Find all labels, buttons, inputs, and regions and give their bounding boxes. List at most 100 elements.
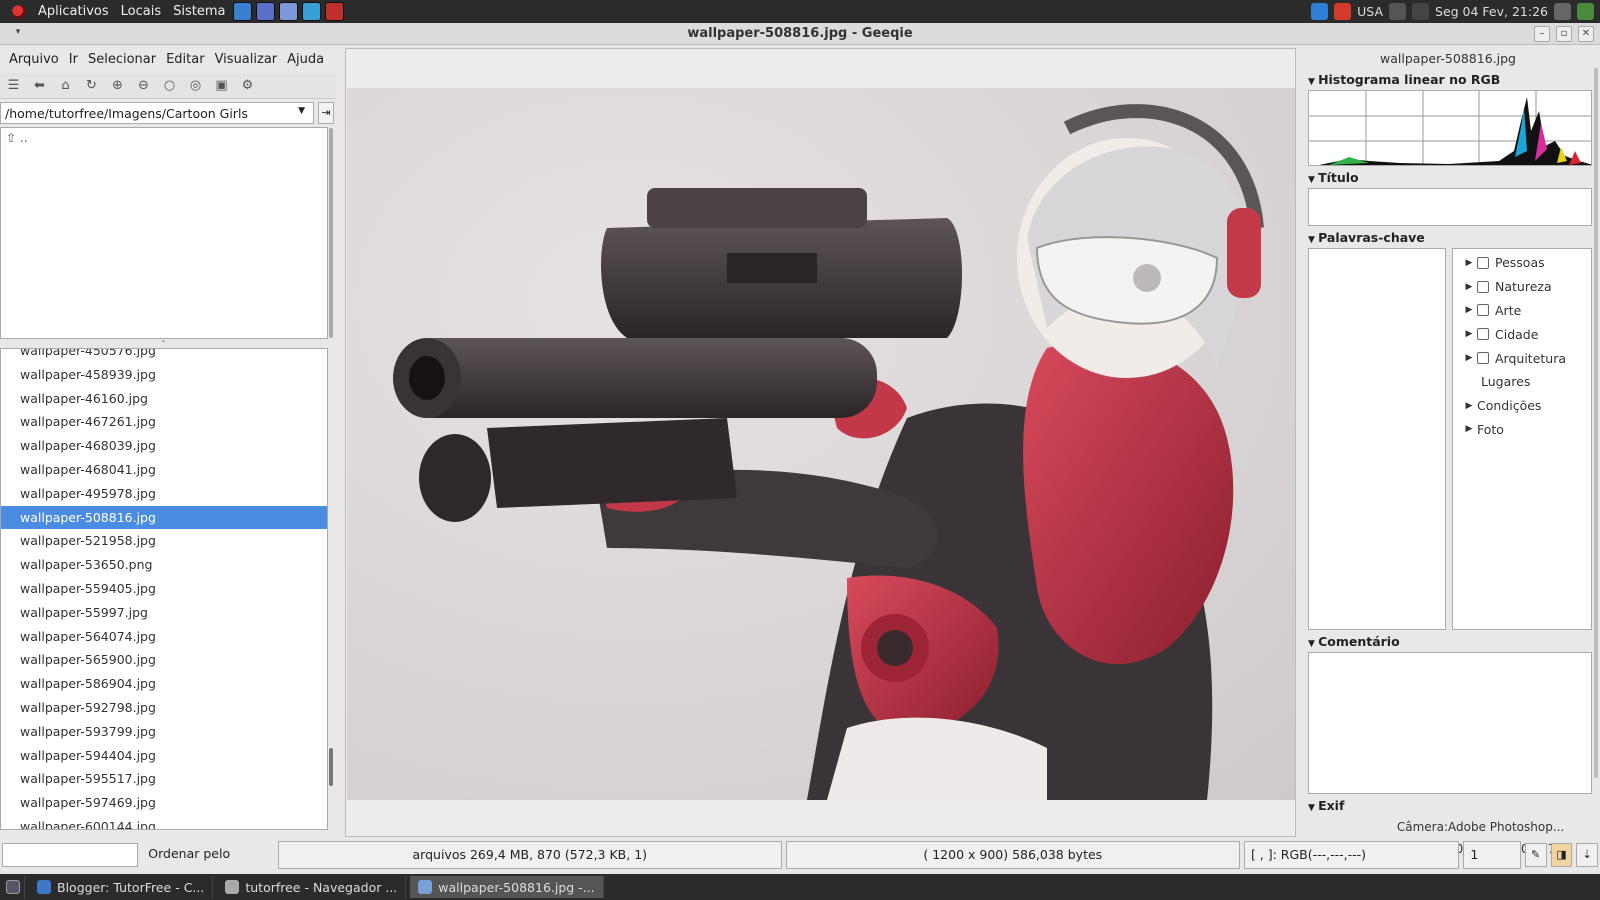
parent-dir-item[interactable]: ⇧ .. bbox=[1, 128, 327, 148]
tray-app-icon[interactable] bbox=[1311, 3, 1329, 20]
path-input[interactable]: /home/tutorfree/Imagens/Cartoon Girls ▼ bbox=[0, 102, 314, 124]
file-item[interactable]: wallpaper-46160.jpg bbox=[1, 387, 327, 411]
task-blogger[interactable]: Blogger: TutorFree - C... bbox=[29, 876, 214, 898]
refresh-icon[interactable]: ↻ bbox=[83, 77, 100, 94]
file-list[interactable]: wallpaper-450576.jpg wallpaper-458939.jpg… bbox=[0, 348, 328, 830]
file-item[interactable]: wallpaper-600144.jpg bbox=[1, 815, 327, 829]
write-metadata-icon[interactable]: ⇣ bbox=[1576, 843, 1599, 867]
keyword-checkbox[interactable] bbox=[1477, 280, 1489, 293]
file-item[interactable]: wallpaper-521958.jpg bbox=[1, 529, 327, 553]
expander-icon[interactable]: ▶ bbox=[1461, 353, 1477, 363]
menu-ir[interactable]: Ir bbox=[64, 52, 83, 67]
file-item[interactable]: wallpaper-495978.jpg bbox=[1, 482, 327, 506]
clock[interactable]: Seg 04 Fev, 21:26 bbox=[1435, 4, 1548, 19]
fullscreen-icon[interactable]: ▣ bbox=[213, 77, 230, 94]
color-picker-icon[interactable]: ✎ bbox=[1524, 843, 1547, 867]
list-icon[interactable]: ☰ bbox=[5, 77, 22, 94]
keyword-item[interactable]: ▶ Arte bbox=[1453, 299, 1591, 323]
file-item[interactable]: wallpaper-594404.jpg bbox=[1, 744, 327, 768]
file-item[interactable]: wallpaper-565900.jpg bbox=[1, 648, 327, 672]
menu-locais[interactable]: Locais bbox=[115, 4, 167, 19]
keyword-item[interactable]: ▶ Arquitetura bbox=[1453, 346, 1591, 370]
file-item[interactable]: wallpaper-597469.jpg bbox=[1, 791, 327, 815]
file-list-scrollbar[interactable] bbox=[329, 748, 333, 786]
task-file-manager[interactable]: tutorfree - Navegador ... bbox=[217, 876, 407, 898]
maximize-button[interactable]: ▫ bbox=[1556, 26, 1572, 42]
keywords-header[interactable]: Palavras-chave bbox=[1302, 228, 1594, 248]
keyboard-layout[interactable]: USA bbox=[1357, 4, 1383, 19]
path-go-button[interactable]: ⇥ bbox=[318, 102, 334, 124]
color-profile-icon[interactable]: ◨ bbox=[1550, 843, 1573, 867]
menu-sistema[interactable]: Sistema bbox=[167, 4, 231, 19]
keyword-item[interactable]: ▶ Cidade bbox=[1453, 322, 1591, 346]
sort-button[interactable]: Ordenar pelo nome bbox=[142, 841, 274, 887]
launcher-icon[interactable] bbox=[302, 2, 322, 21]
pane-splitter-handle[interactable]: ⌃ bbox=[160, 339, 167, 348]
keyword-item[interactable]: ▶ Pessoas bbox=[1453, 251, 1591, 275]
expander-icon[interactable]: ▶ bbox=[1461, 424, 1477, 434]
menu-ajuda[interactable]: Ajuda bbox=[282, 52, 329, 67]
histogram-header[interactable]: Histograma linear no RGB bbox=[1302, 70, 1594, 90]
menu-arquivo[interactable]: Arquivo bbox=[4, 52, 64, 67]
zoom-fit-icon[interactable]: ○ bbox=[161, 77, 178, 94]
menu-aplicativos[interactable]: Aplicativos bbox=[32, 4, 115, 19]
image-display[interactable] bbox=[347, 88, 1295, 800]
menu-editar[interactable]: Editar bbox=[161, 52, 210, 67]
histogram[interactable] bbox=[1308, 90, 1592, 166]
battery-icon[interactable] bbox=[1412, 3, 1430, 20]
launcher-icon[interactable] bbox=[325, 2, 345, 21]
expander-icon[interactable]: ▶ bbox=[1461, 305, 1477, 315]
expander-icon[interactable]: ▶ bbox=[1461, 282, 1477, 292]
file-item[interactable]: wallpaper-450576.jpg bbox=[1, 349, 327, 363]
file-item[interactable]: wallpaper-55997.jpg bbox=[1, 601, 327, 625]
file-item[interactable]: wallpaper-53650.png bbox=[1, 553, 327, 577]
window-menu-button[interactable]: ▾ bbox=[10, 27, 26, 41]
close-button[interactable]: ✕ bbox=[1578, 26, 1594, 42]
network-icon[interactable] bbox=[1389, 3, 1407, 20]
zoom-out-icon[interactable]: ⊖ bbox=[135, 77, 152, 94]
expander-icon[interactable]: ▶ bbox=[1461, 258, 1477, 268]
expander-icon[interactable]: ▶ bbox=[1461, 401, 1477, 411]
directory-scrollbar[interactable] bbox=[329, 128, 333, 338]
keyword-item[interactable]: ▶ Natureza bbox=[1453, 275, 1591, 299]
file-item[interactable]: wallpaper-593799.jpg bbox=[1, 720, 327, 744]
volume-icon[interactable] bbox=[1554, 3, 1571, 20]
title-header[interactable]: Título bbox=[1302, 168, 1594, 188]
keyword-checkbox[interactable] bbox=[1477, 328, 1489, 341]
launcher-icon[interactable] bbox=[279, 2, 299, 21]
zoom-in-icon[interactable]: ⊕ bbox=[109, 77, 126, 94]
keyword-checkbox[interactable] bbox=[1477, 256, 1489, 269]
file-item[interactable]: wallpaper-458939.jpg bbox=[1, 363, 327, 387]
keyword-item[interactable]: Lugares bbox=[1453, 370, 1591, 394]
show-desktop-button[interactable] bbox=[2, 876, 25, 898]
back-icon[interactable]: ⬅ bbox=[31, 77, 48, 94]
zoom-original-icon[interactable]: ◎ bbox=[187, 77, 204, 94]
filter-input[interactable] bbox=[2, 843, 139, 867]
directory-pane[interactable]: ⇧ .. bbox=[0, 127, 328, 339]
updates-icon[interactable] bbox=[1577, 3, 1594, 20]
comment-header[interactable]: Comentário bbox=[1302, 632, 1594, 652]
keyword-item[interactable]: ▶ Condições bbox=[1453, 394, 1591, 418]
home-icon[interactable]: ⌂ bbox=[57, 77, 74, 94]
menu-selecionar[interactable]: Selecionar bbox=[83, 52, 161, 67]
tray-app-icon[interactable] bbox=[1334, 3, 1352, 20]
chevron-down-icon[interactable]: ▼ bbox=[298, 106, 305, 116]
file-item[interactable]: wallpaper-559405.jpg bbox=[1, 577, 327, 601]
file-item-selected[interactable]: wallpaper-508816.jpg bbox=[1, 505, 327, 530]
menu-visualizar[interactable]: Visualizar bbox=[210, 52, 283, 67]
keyword-item[interactable]: ▶ Foto bbox=[1453, 418, 1591, 442]
file-item[interactable]: wallpaper-467261.jpg bbox=[1, 410, 327, 434]
comment-field[interactable] bbox=[1308, 652, 1592, 794]
file-item[interactable]: wallpaper-564074.jpg bbox=[1, 625, 327, 649]
keywords-text[interactable] bbox=[1308, 248, 1446, 630]
gnome-foot-icon[interactable] bbox=[12, 4, 26, 19]
file-item[interactable]: wallpaper-468039.jpg bbox=[1, 434, 327, 458]
settings-icon[interactable]: ⚙ bbox=[239, 77, 256, 94]
minimize-button[interactable]: – bbox=[1534, 26, 1550, 42]
launcher-icon[interactable] bbox=[256, 2, 276, 21]
expander-icon[interactable]: ▶ bbox=[1461, 329, 1477, 339]
file-item[interactable]: wallpaper-586904.jpg bbox=[1, 672, 327, 696]
keyword-checkbox[interactable] bbox=[1477, 352, 1489, 365]
task-geeqie[interactable]: wallpaper-508816.jpg -... bbox=[410, 876, 604, 898]
launcher-icon[interactable] bbox=[233, 2, 253, 21]
